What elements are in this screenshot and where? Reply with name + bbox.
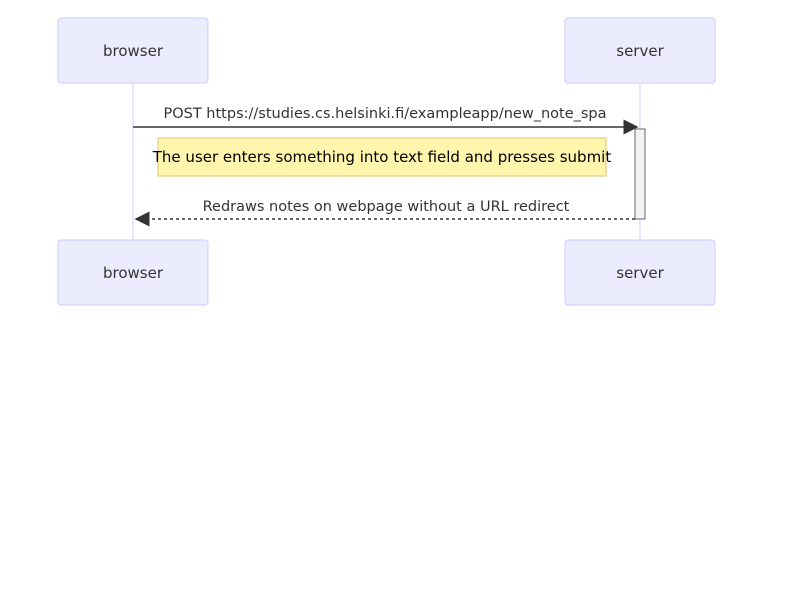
actor-browser-label-top: browser [103, 42, 164, 60]
server-activation-bar [634, 128, 646, 220]
actor-server-label-top: server [616, 42, 664, 60]
actor-browser-label-bottom: browser [103, 264, 164, 282]
message-post-label: POST https://studies.cs.helsinki.fi/exam… [163, 106, 606, 122]
actor-server-bottom: server [564, 239, 716, 306]
note: The user enters something into text fiel… [152, 137, 612, 177]
note-text: The user enters something into text fiel… [152, 148, 612, 166]
actor-browser-bottom: browser [57, 239, 209, 306]
actor-server-top: server [564, 17, 716, 84]
message-redraw-label: Redraws notes on webpage without a URL r… [203, 199, 570, 215]
actor-browser-top: browser [57, 17, 209, 84]
actor-server-label-bottom: server [616, 264, 664, 282]
sequence-diagram: browser server POST https://studies.cs.h… [57, 17, 716, 306]
